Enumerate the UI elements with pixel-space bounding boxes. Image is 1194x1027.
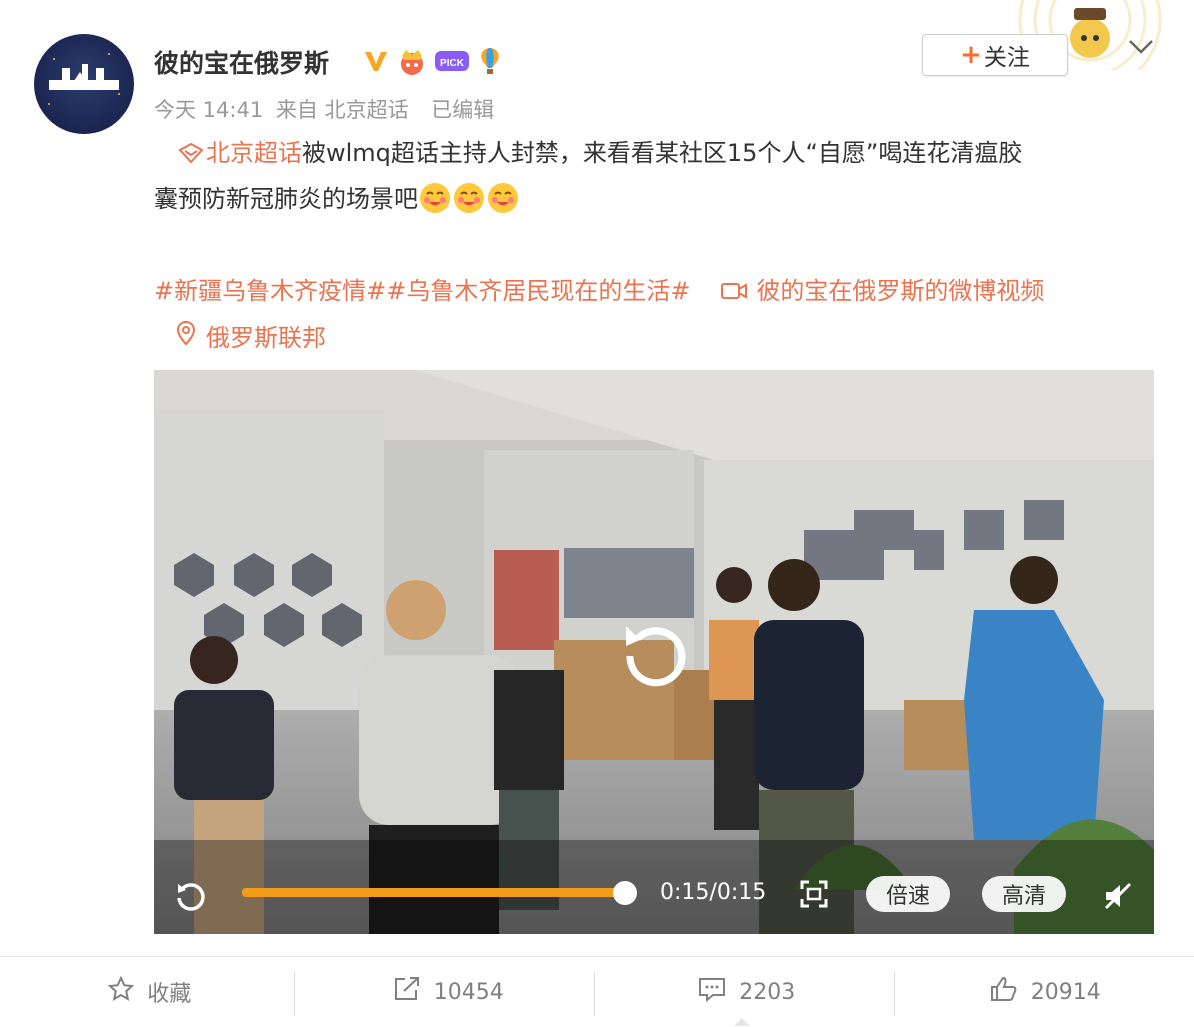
- post-body: 北京超话被wlmq超话主持人封禁，来看看某社区15个人“自愿”喝连花清瘟胶 囊预…: [154, 130, 1154, 222]
- video-time: 0:15/0:15: [660, 880, 766, 905]
- progress-handle[interactable]: [613, 881, 637, 905]
- post-meta: 今天 14:41 来自 北京超话 已编辑: [154, 94, 494, 124]
- user-badges: PICK: [362, 46, 504, 76]
- video-player[interactable]: [154, 370, 1154, 934]
- fullscreen-icon[interactable]: [798, 878, 830, 910]
- body-line1: 被wlmq超话主持人封禁，来看看某社区15个人“自愿”喝连花清瘟胶: [302, 139, 1022, 167]
- comment-caret: [734, 1018, 750, 1026]
- like-button[interactable]: 20914: [896, 957, 1194, 1027]
- location-pin-icon: [176, 320, 196, 352]
- star-icon: [107, 975, 135, 1009]
- mute-icon[interactable]: [1102, 880, 1134, 912]
- emoji-yummy-1: [418, 185, 452, 213]
- repost-count: 10454: [434, 980, 504, 1005]
- location-label: 俄罗斯联邦: [206, 318, 326, 353]
- like-count: 20914: [1031, 980, 1101, 1005]
- follow-button[interactable]: + 关注: [922, 34, 1068, 76]
- comment-icon: [697, 975, 727, 1009]
- body-line2: 囊预防新冠肺炎的场景吧: [154, 185, 418, 213]
- repost-button[interactable]: 10454: [299, 957, 598, 1027]
- speed-button[interactable]: 倍速: [866, 876, 950, 912]
- post-tags: #新疆乌鲁木齐疫情##乌鲁木齐居民现在的生活# 彼的宝在俄罗斯的微博视频: [154, 268, 1154, 314]
- hashtag-link[interactable]: #新疆乌鲁木齐疫情#: [154, 277, 386, 305]
- post-source[interactable]: 来自 北京超话: [276, 98, 409, 122]
- share-icon: [392, 975, 422, 1009]
- post-time[interactable]: 今天 14:41: [154, 98, 263, 122]
- username[interactable]: 彼的宝在俄罗斯: [154, 44, 329, 80]
- follow-label: 关注: [984, 38, 1030, 72]
- thumbs-up-icon: [989, 975, 1019, 1009]
- supertopic-icon: [176, 139, 206, 167]
- supertopic-link[interactable]: 北京超话: [206, 139, 302, 167]
- chevron-down-icon[interactable]: [1126, 34, 1156, 60]
- crown-badge[interactable]: [396, 46, 428, 76]
- plus-icon: +: [960, 40, 982, 70]
- divider: [594, 972, 595, 1016]
- emoji-yummy-2: [452, 185, 486, 213]
- divider: [894, 972, 895, 1016]
- action-bar: 收藏 10454 2203 20914: [0, 956, 1194, 1027]
- comment-count: 2203: [739, 980, 795, 1005]
- pick-badge[interactable]: PICK: [434, 46, 470, 76]
- favorite-button[interactable]: 收藏: [0, 957, 299, 1027]
- emoji-yummy-3: [486, 185, 520, 213]
- post-edited[interactable]: 已编辑: [431, 98, 494, 122]
- video-camera-icon: [720, 277, 748, 305]
- avatar[interactable]: [34, 34, 134, 134]
- replay-icon[interactable]: [172, 878, 208, 914]
- divider: [294, 972, 295, 1016]
- balloon-badge[interactable]: [476, 46, 504, 76]
- favorite-label: 收藏: [147, 976, 191, 1008]
- vip-v-badge[interactable]: [362, 46, 390, 76]
- video-source-link[interactable]: 彼的宝在俄罗斯的微博视频: [756, 277, 1044, 305]
- comment-button[interactable]: 2203: [597, 957, 896, 1027]
- progress-fill: [242, 888, 626, 897]
- location-link[interactable]: 俄罗斯联邦: [176, 318, 326, 353]
- hashtag-link[interactable]: #乌鲁木齐居民现在的生活#: [386, 277, 690, 305]
- quality-button[interactable]: 高清: [982, 876, 1066, 912]
- pick-badge-text: PICK: [440, 58, 465, 69]
- replay-center-icon[interactable]: [616, 616, 692, 692]
